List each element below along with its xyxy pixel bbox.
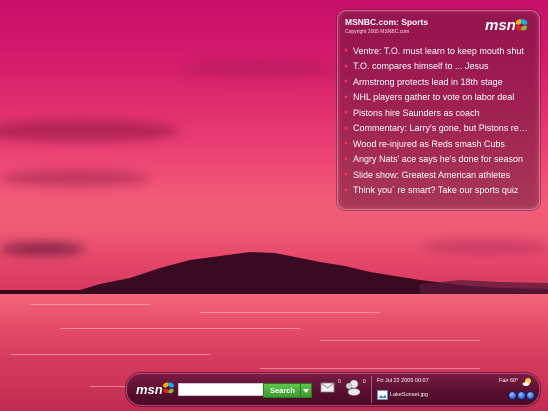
bullet-icon: ● [344, 78, 349, 86]
picture-icon [377, 390, 388, 400]
bullet-icon: ● [344, 186, 349, 194]
cloud-streak [180, 60, 340, 78]
pause-wallpaper-button[interactable] [517, 391, 526, 400]
headline-item[interactable]: ● NHL players gather to vote on labor dea… [344, 90, 534, 106]
headline-text[interactable]: Ventre: T.O. must learn to keep mouth sh… [353, 46, 524, 56]
msn-butterfly-icon [163, 382, 174, 394]
bullet-icon: ● [344, 93, 349, 101]
messenger-count: 0 [363, 379, 366, 385]
msn-logo-text: msn [136, 382, 163, 397]
headline-text[interactable]: Angry Nats' ace says he's done for seaso… [353, 154, 523, 164]
island-silhouette [0, 252, 548, 294]
msnbc-sports-gadget: MSNBC.com: Sports Copyright 2005 MSNBC.c… [337, 10, 540, 210]
headline-text[interactable]: Commentary: Larry's gone, but Pistons re… [353, 123, 534, 133]
messenger-buddy-icon[interactable] [344, 378, 362, 396]
headline-item[interactable]: ● Ventre: T.O. must learn to keep mouth s… [344, 43, 534, 59]
headline-item[interactable]: ● Wood re-injured as Reds smash Cubs [344, 136, 534, 152]
bullet-icon: ● [344, 124, 349, 132]
chevron-down-icon [303, 388, 309, 393]
headline-item[interactable]: ● Pistons hire Saunders as coach [344, 105, 534, 121]
headline-text[interactable]: Armstrong protects lead in 18th stage [353, 77, 503, 87]
msn-logo: msn [485, 17, 528, 34]
msn-butterfly-icon [515, 19, 528, 31]
weather-text[interactable]: Fair 60° [499, 378, 518, 384]
bullet-icon: ● [344, 62, 349, 70]
cloud-streak [0, 170, 150, 186]
msn-deskbar: msn Search 0 0 Fri Jul 22 2005 00:07 Fai… [126, 373, 540, 406]
headline-item[interactable]: ● T.O. compares himself to ... Jesus [344, 59, 534, 75]
headline-list: ● Ventre: T.O. must learn to keep mouth s… [344, 43, 534, 198]
headline-item[interactable]: ● Slide show: Greatest American athletes [344, 167, 534, 183]
bullet-icon: ● [344, 109, 349, 117]
gadget-title: MSNBC.com: Sports [345, 17, 429, 27]
taskbar-divider [371, 376, 372, 403]
headline-text[interactable]: Pistons hire Saunders as coach [353, 108, 480, 118]
wallpaper-name[interactable]: LakeSunset.jpg [390, 392, 428, 398]
msn-logo-text: msn [485, 17, 516, 34]
mail-icon[interactable] [320, 380, 336, 394]
cloud-streak [0, 120, 180, 142]
bullet-icon: ● [344, 140, 349, 148]
gadget-copyright: Copyright 2005 MSNBC.com [345, 29, 410, 35]
mail-count: 0 [338, 379, 341, 385]
headline-item[interactable]: ● Think you´ re smart? Take our sports qu… [344, 183, 534, 199]
bullet-icon: ● [344, 171, 349, 179]
bullet-icon: ● [344, 155, 349, 163]
headline-item[interactable]: ● Commentary: Larry's gone, but Pistons r… [344, 121, 534, 137]
headline-text[interactable]: NHL players gather to vote on labor deal [353, 92, 514, 102]
partly-cloudy-icon [522, 378, 531, 386]
next-wallpaper-button[interactable] [526, 391, 535, 400]
search-options-dropdown[interactable] [300, 383, 312, 398]
msn-logo[interactable]: msn [136, 379, 176, 399]
search-input[interactable] [178, 383, 270, 396]
bullet-icon: ● [344, 47, 349, 55]
headline-text[interactable]: Slide show: Greatest American athletes [353, 170, 510, 180]
search-button[interactable]: Search [263, 383, 302, 398]
previous-wallpaper-button[interactable] [508, 391, 517, 400]
headline-item[interactable]: ● Angry Nats' ace says he's done for seas… [344, 152, 534, 168]
headline-item[interactable]: ● Armstrong protects lead in 18th stage [344, 74, 534, 90]
date-time: Fri Jul 22 2005 00:07 [377, 378, 429, 384]
headline-text[interactable]: Wood re-injured as Reds smash Cubs [353, 139, 505, 149]
headline-text[interactable]: Think you´ re smart? Take our sports qui… [353, 185, 518, 195]
headline-text[interactable]: T.O. compares himself to ... Jesus [353, 61, 489, 71]
